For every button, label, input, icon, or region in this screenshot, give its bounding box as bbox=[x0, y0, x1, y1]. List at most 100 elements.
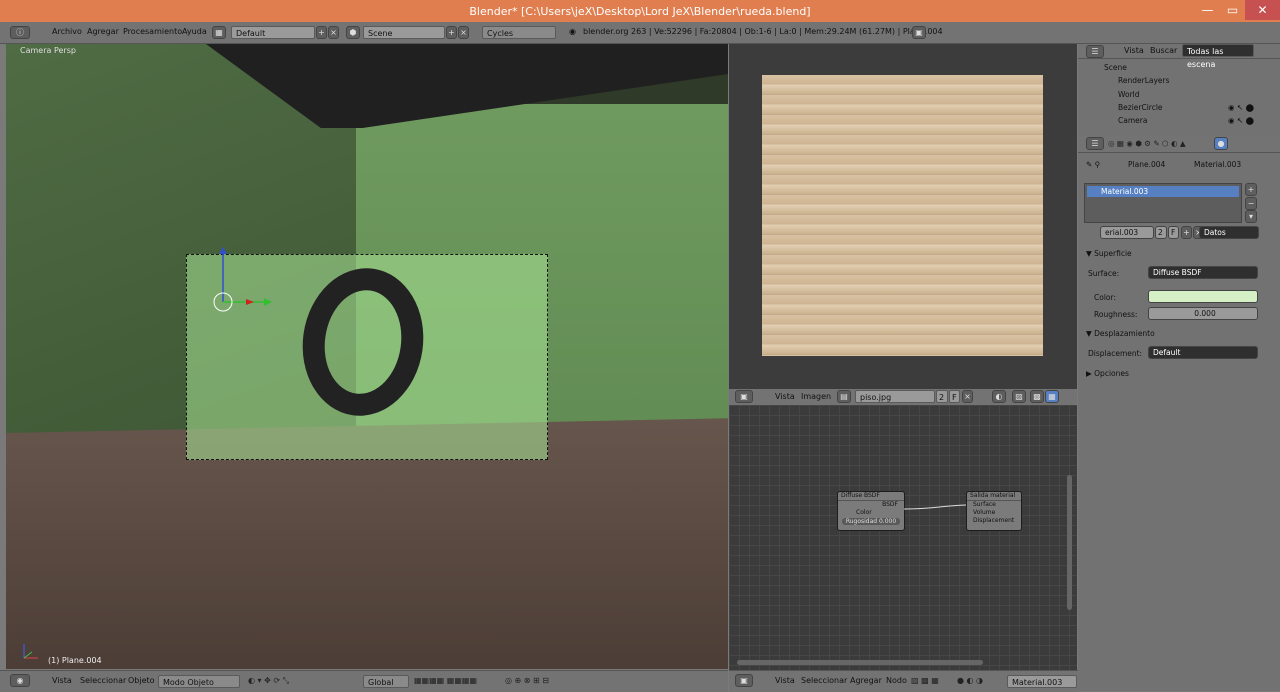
layout-field[interactable]: Default bbox=[231, 26, 315, 39]
maximize-icon[interactable]: ▭ bbox=[1220, 0, 1245, 20]
menu-agregar[interactable]: Agregar bbox=[850, 674, 882, 688]
image-name-field[interactable]: piso.jpg bbox=[855, 390, 935, 403]
shading-icons[interactable]: ◐ ▾ ✥ ⟳ ⤡ bbox=[248, 674, 289, 688]
roughness-slider[interactable]: 0.000 bbox=[1148, 307, 1258, 320]
menu-nodo[interactable]: Nodo bbox=[886, 674, 907, 688]
fake-user-button[interactable]: F bbox=[949, 390, 960, 403]
snap-icons[interactable]: ◎ ⊕ ⊗ ⊞ ⊟ bbox=[505, 674, 549, 688]
add-slot-icon[interactable]: + bbox=[1245, 183, 1257, 196]
outliner[interactable]: ☰ Vista Buscar Todas las escena Scene Re… bbox=[1078, 44, 1280, 136]
material-browse-icons[interactable]: ● ◐ ◑ bbox=[957, 674, 983, 688]
visibility-eye-icon[interactable]: ◉ ↖ ⬤ bbox=[1228, 116, 1254, 125]
context-tab-icons[interactable]: ◎ ▦ ◉ ⬢ ⚙ ✎ ⬡ ◐ ▲ bbox=[1108, 139, 1186, 148]
material-users-count[interactable]: 2 bbox=[1155, 226, 1167, 239]
menu-seleccionar[interactable]: Seleccionar bbox=[801, 674, 847, 688]
path-object[interactable]: Plane.004 bbox=[1128, 160, 1165, 169]
orientation-select[interactable]: Global bbox=[363, 675, 409, 688]
visibility-eye-icon[interactable]: ◉ ↖ ⬤ bbox=[1228, 103, 1254, 112]
menu-objeto[interactable]: Objeto bbox=[128, 674, 155, 688]
menu-imagen[interactable]: Imagen bbox=[801, 390, 831, 404]
menu-ayuda[interactable]: Ayuda bbox=[182, 25, 207, 39]
active-object-label: (1) Plane.004 bbox=[48, 656, 102, 665]
fake-user-button[interactable]: F bbox=[1168, 226, 1179, 239]
outliner-item-beziercircle[interactable]: BezierCircle bbox=[1118, 103, 1163, 112]
material-tab-icon[interactable]: ● bbox=[1214, 137, 1228, 150]
node-editor[interactable]: Diffuse BSDF BSDF Color Rugosidad 0.000 … bbox=[729, 405, 1077, 670]
scene-icon[interactable]: ⬢ bbox=[346, 26, 360, 39]
slot-menu-icon[interactable]: ▾ bbox=[1245, 210, 1257, 223]
outliner-item-camera[interactable]: Camera bbox=[1118, 116, 1147, 125]
remove-scene-icon[interactable]: × bbox=[458, 26, 469, 39]
unlink-image-icon[interactable]: × bbox=[962, 390, 973, 403]
image-browse-icon[interactable]: ▤ bbox=[837, 390, 851, 403]
mode-select[interactable]: Modo Objeto bbox=[158, 675, 240, 688]
displacement-section-header[interactable]: ▼ Desplazamiento bbox=[1086, 329, 1155, 338]
menu-buscar[interactable]: Buscar bbox=[1150, 44, 1177, 58]
3d-viewport[interactable]: Camera Persp (1) Plane.004 bbox=[6, 44, 728, 669]
link-select[interactable]: Datos bbox=[1199, 226, 1259, 239]
channel-icon[interactable]: ▨ bbox=[1012, 390, 1026, 403]
menu-vista[interactable]: Vista bbox=[52, 674, 72, 688]
displacement-label: Displacement: bbox=[1088, 349, 1143, 358]
menu-vista[interactable]: Vista bbox=[775, 674, 795, 688]
scene-field[interactable]: Scene bbox=[363, 26, 445, 39]
surface-section-label: Superficie bbox=[1094, 249, 1132, 258]
3d-view-header: ◉ Vista Seleccionar Objeto Modo Objeto ◐… bbox=[0, 670, 728, 692]
material-slot-list[interactable]: Material.003 bbox=[1084, 183, 1242, 223]
menu-vista[interactable]: Vista bbox=[1124, 44, 1144, 58]
outliner-item-world[interactable]: World bbox=[1118, 90, 1140, 99]
options-section-header[interactable]: ▶ Opciones bbox=[1086, 369, 1129, 378]
editor-type-icon[interactable]: ⓘ bbox=[10, 26, 30, 39]
surface-color-swatch[interactable] bbox=[1148, 290, 1258, 303]
editor-type-icon[interactable]: ☰ bbox=[1086, 45, 1104, 58]
display-channel-icon[interactable]: ▩ bbox=[1030, 390, 1044, 403]
outliner-filter-select[interactable]: Todas las escena bbox=[1182, 44, 1254, 69]
editor-type-icon[interactable]: ◉ bbox=[10, 674, 30, 687]
outliner-item-renderlayers[interactable]: RenderLayers bbox=[1118, 76, 1170, 85]
displacement-select[interactable]: Default bbox=[1148, 346, 1258, 359]
editor-type-icon[interactable]: ☰ bbox=[1086, 137, 1104, 150]
node-material-field[interactable]: Material.003 bbox=[1007, 675, 1077, 688]
pin-icon[interactable]: ◐ bbox=[992, 390, 1006, 403]
surface-section-header[interactable]: ▼ Superficie bbox=[1086, 249, 1132, 258]
view-mode-icon[interactable]: ▦ bbox=[1045, 390, 1059, 403]
scene-stats: blender.org 263 | Ve:52296 | Fa:20804 | … bbox=[583, 27, 943, 36]
properties-editor[interactable]: ☰ ◎ ▦ ◉ ⬢ ⚙ ✎ ⬡ ◐ ▲ ● ✎ ⚲ Plane.004 Mate… bbox=[1078, 136, 1280, 691]
color-label: Color: bbox=[1094, 293, 1116, 302]
menu-procesamiento[interactable]: Procesamiento bbox=[123, 25, 182, 39]
material-name-field[interactable]: erial.003 bbox=[1100, 226, 1154, 239]
editor-type-icon[interactable]: ▣ bbox=[735, 390, 753, 403]
vertical-scrollbar[interactable] bbox=[1067, 475, 1072, 610]
render-engine-select[interactable]: Cycles bbox=[482, 26, 556, 39]
material-slot-item[interactable]: Material.003 bbox=[1087, 186, 1239, 197]
node-link bbox=[903, 504, 967, 510]
add-layout-icon[interactable]: + bbox=[316, 26, 327, 39]
layer-buttons-icon[interactable]: ▦▦▦▦ ▦▦▦▦ bbox=[414, 674, 477, 688]
roughness-label: Roughness: bbox=[1094, 310, 1138, 319]
remove-layout-icon[interactable]: × bbox=[328, 26, 339, 39]
horizontal-scrollbar[interactable] bbox=[737, 660, 983, 665]
path-material[interactable]: Material.003 bbox=[1194, 160, 1241, 169]
image-users-count[interactable]: 2 bbox=[936, 390, 948, 403]
outliner-item-scene[interactable]: Scene bbox=[1104, 63, 1127, 72]
viewport-label: Camera Persp bbox=[20, 46, 76, 55]
menu-seleccionar[interactable]: Seleccionar bbox=[80, 674, 126, 688]
editor-type-icon[interactable]: ▣ bbox=[735, 674, 753, 687]
pin-icon[interactable]: ✎ ⚲ bbox=[1086, 160, 1100, 169]
node-tree-type-icons[interactable]: ▨ ▩ ▦ bbox=[911, 674, 939, 688]
window-title-bar: Blender* [C:\Users\jeX\Desktop\Lord JeX\… bbox=[0, 0, 1280, 22]
remove-slot-icon[interactable]: − bbox=[1245, 197, 1257, 210]
add-scene-icon[interactable]: + bbox=[446, 26, 457, 39]
menu-agregar[interactable]: Agregar bbox=[87, 25, 119, 39]
options-section-label: Opciones bbox=[1094, 369, 1129, 378]
minimize-icon[interactable]: — bbox=[1195, 0, 1220, 20]
surface-shader-select[interactable]: Diffuse BSDF bbox=[1148, 266, 1258, 279]
menu-vista[interactable]: Vista bbox=[775, 390, 795, 404]
screen-layout-icon[interactable]: ▦ bbox=[212, 26, 226, 39]
image-editor[interactable] bbox=[729, 44, 1077, 389]
menu-archivo[interactable]: Archivo bbox=[52, 25, 82, 39]
transform-gizmo[interactable] bbox=[206, 244, 276, 314]
image-editor-header: ▣ Vista Imagen ▤ piso.jpg 2 F × ◐ ▨ ▩ ▦ bbox=[729, 389, 1077, 406]
close-icon[interactable]: ✕ bbox=[1245, 0, 1280, 20]
add-material-icon[interactable]: + bbox=[1181, 226, 1192, 239]
